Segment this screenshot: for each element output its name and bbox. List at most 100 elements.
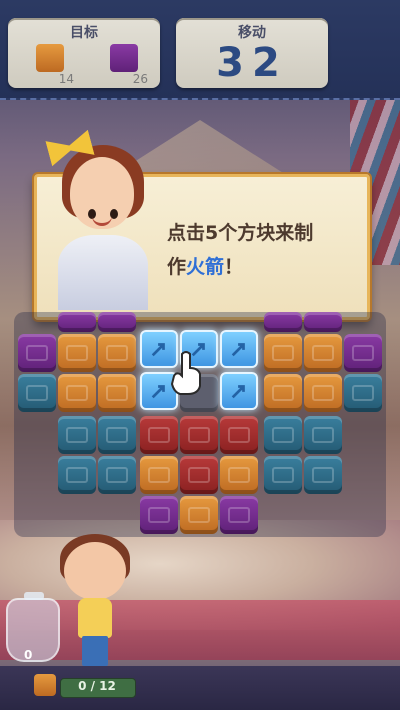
moves-title: 移动 <box>238 25 266 41</box>
block-mark <box>106 345 128 361</box>
block-mark <box>312 467 334 483</box>
block-orange[interactable] <box>264 334 302 372</box>
block-purple[interactable] <box>58 312 96 332</box>
block-red[interactable] <box>180 456 218 494</box>
block-mark <box>312 427 334 443</box>
jar-count: 0 <box>24 648 33 662</box>
block-mark <box>352 345 374 361</box>
block-mark <box>312 345 334 361</box>
goal-item-purple: 26 <box>104 44 148 86</box>
block-mark <box>188 467 210 483</box>
block-orange[interactable] <box>220 456 258 494</box>
block-orange[interactable] <box>58 334 96 372</box>
block-teal[interactable] <box>98 456 136 494</box>
top-bar: 目标 14 26 移动 32 <box>0 0 400 100</box>
block-orange[interactable] <box>98 334 136 372</box>
block-mark <box>26 345 48 361</box>
chibi-character <box>60 528 130 668</box>
pointing-hand-icon <box>170 351 201 395</box>
block-teal[interactable] <box>58 416 96 454</box>
block-teal[interactable] <box>264 456 302 494</box>
goal-title: 目标 <box>70 25 98 41</box>
block-purple[interactable] <box>344 334 382 372</box>
block-mark <box>272 345 294 361</box>
block-orange[interactable] <box>180 496 218 534</box>
orange-block-icon <box>36 44 64 72</box>
block-mark <box>106 467 128 483</box>
character-smile <box>92 215 112 226</box>
block-purple[interactable] <box>98 312 136 332</box>
block-mark <box>352 385 374 401</box>
block-red[interactable] <box>220 416 258 454</box>
arrow-icon <box>231 385 245 399</box>
chibi-legs <box>82 636 108 666</box>
chibi-face <box>64 542 126 600</box>
block-mark <box>148 467 170 483</box>
goal-count-orange: 14 <box>58 72 74 86</box>
dialog-text-line1: 点击5个方块来制 <box>167 222 314 244</box>
block-teal[interactable] <box>304 416 342 454</box>
block-mark <box>188 507 210 523</box>
block-mark <box>272 385 294 401</box>
block-orange[interactable] <box>304 334 342 372</box>
block-mark <box>66 467 88 483</box>
moves-counter: 32 <box>216 40 288 86</box>
dialog-text-line2: 作火箭！ <box>167 252 243 279</box>
block-teal[interactable] <box>304 456 342 494</box>
block-mark <box>228 467 250 483</box>
goal-count-purple: 26 <box>132 72 148 86</box>
game-board[interactable] <box>14 312 386 537</box>
block-purple[interactable] <box>304 312 342 332</box>
dialog-text-suffix: ！ <box>224 256 244 278</box>
block-mark <box>272 467 294 483</box>
arrow-icon <box>151 385 165 399</box>
block-teal[interactable] <box>264 416 302 454</box>
progress-text: 0 / 12 <box>78 679 116 693</box>
block-orange[interactable] <box>140 456 178 494</box>
block-mark <box>106 427 128 443</box>
block-mark <box>106 385 128 401</box>
goal-panel: 目标 14 26 <box>8 18 160 88</box>
block-orange[interactable] <box>58 374 96 412</box>
goal-item-orange: 14 <box>30 44 74 86</box>
block-orange[interactable] <box>98 374 136 412</box>
arrow-icon <box>151 343 165 357</box>
block-mark <box>312 385 334 401</box>
block-red[interactable] <box>180 416 218 454</box>
purple-block-icon <box>110 44 138 72</box>
dialog-text-prefix: 作 <box>167 256 187 278</box>
block-mark <box>228 427 250 443</box>
moves-panel: 移动 32 <box>176 18 328 88</box>
block-mark <box>148 507 170 523</box>
arrow-icon <box>231 343 245 357</box>
block-orange[interactable] <box>304 374 342 412</box>
rocket-hint-block[interactable] <box>220 372 258 410</box>
block-mark <box>66 427 88 443</box>
chibi-body <box>78 598 112 638</box>
character-face <box>70 157 134 229</box>
block-purple[interactable] <box>264 312 302 332</box>
block-orange[interactable] <box>264 374 302 412</box>
block-purple[interactable] <box>140 496 178 534</box>
block-purple[interactable] <box>18 334 56 372</box>
block-mark <box>26 385 48 401</box>
block-mark <box>272 427 294 443</box>
dialog-text-highlight: 火箭 <box>186 256 225 278</box>
block-red[interactable] <box>140 416 178 454</box>
block-purple[interactable] <box>220 496 258 534</box>
block-mark <box>188 427 210 443</box>
block-teal[interactable] <box>18 374 56 412</box>
block-teal[interactable] <box>344 374 382 412</box>
block-mark <box>228 507 250 523</box>
block-mark <box>66 385 88 401</box>
collection-jar <box>6 592 60 662</box>
block-mark <box>148 427 170 443</box>
jar-lid <box>24 592 44 600</box>
orange-block-icon <box>34 674 56 696</box>
character-shirt <box>58 235 148 310</box>
block-teal[interactable] <box>58 456 96 494</box>
rocket-hint-block[interactable] <box>220 330 258 368</box>
block-teal[interactable] <box>98 416 136 454</box>
tutorial-character <box>48 135 158 310</box>
block-mark <box>66 345 88 361</box>
